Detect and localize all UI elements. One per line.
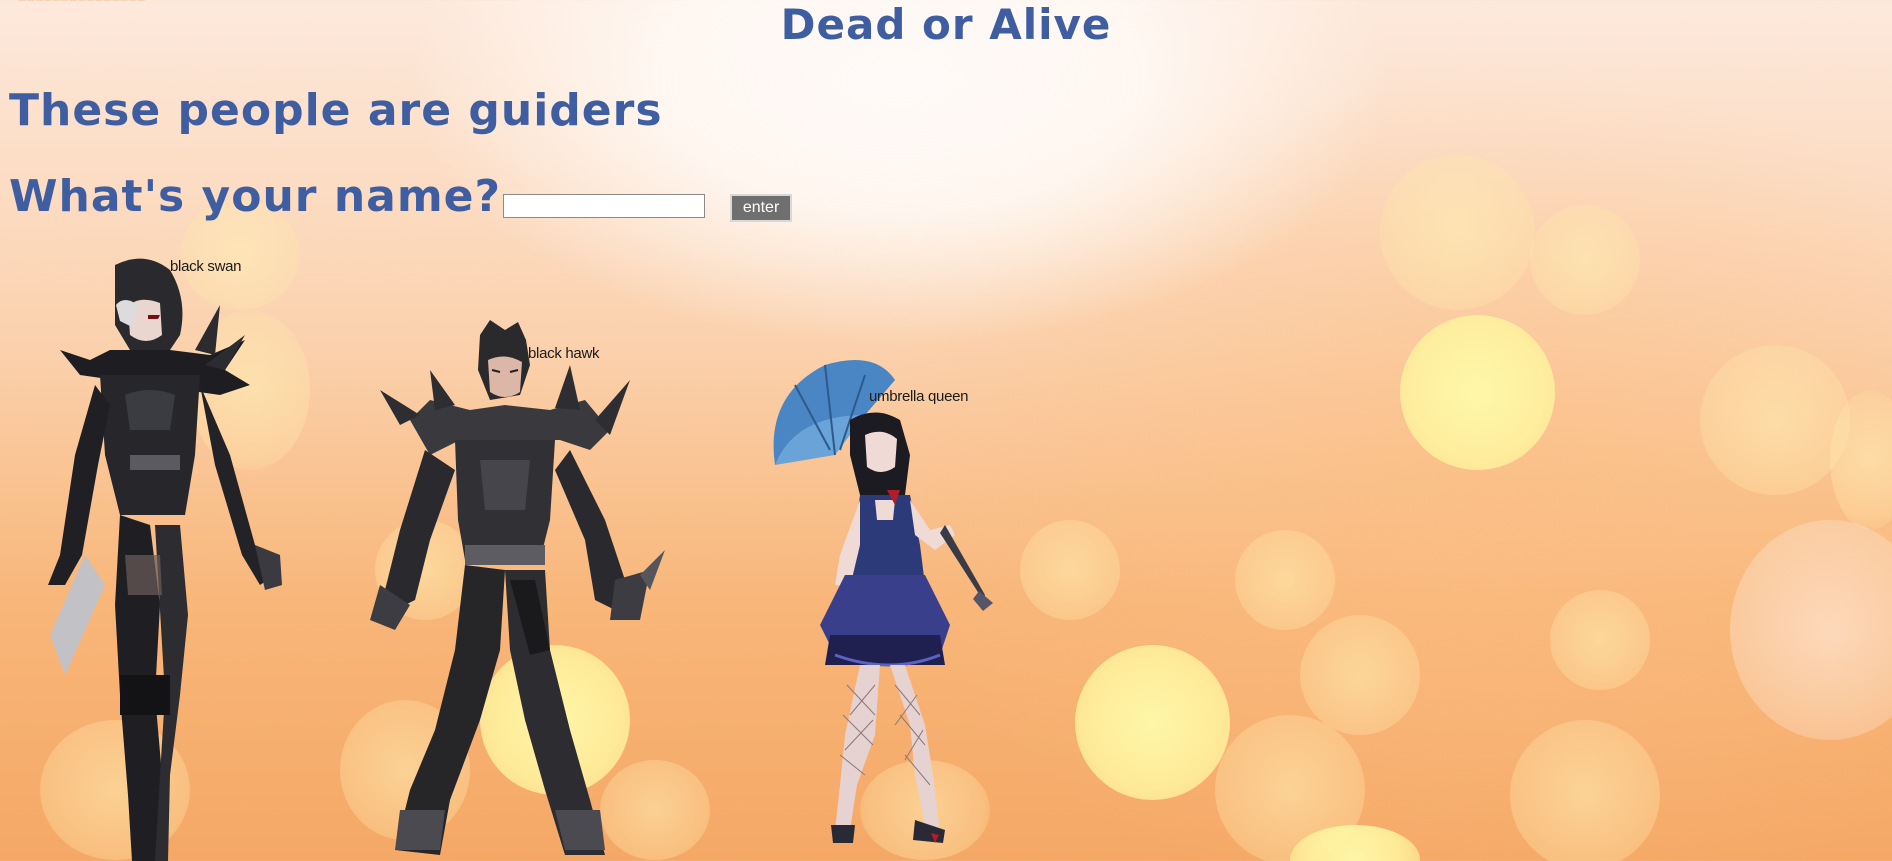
umbrella-queen-figure (773, 360, 993, 843)
character-black-hawk: black hawk (340, 320, 670, 861)
character-black-swan: black swan (20, 255, 290, 861)
black-swan-figure (48, 258, 282, 861)
name-form: What's your name? enter (9, 170, 793, 224)
black-hawk-figure (370, 320, 665, 855)
character-label: black hawk (528, 345, 600, 362)
character-label: umbrella queen (869, 388, 969, 405)
page-title: Dead or Alive (780, 0, 1112, 49)
character-label: black swan (170, 258, 242, 275)
enter-button[interactable]: enter (730, 194, 793, 222)
character-umbrella-queen: umbrella queen (735, 355, 1005, 845)
subheading: These people are guiders (9, 85, 663, 136)
name-prompt: What's your name? (9, 171, 502, 222)
name-input[interactable] (503, 194, 706, 218)
